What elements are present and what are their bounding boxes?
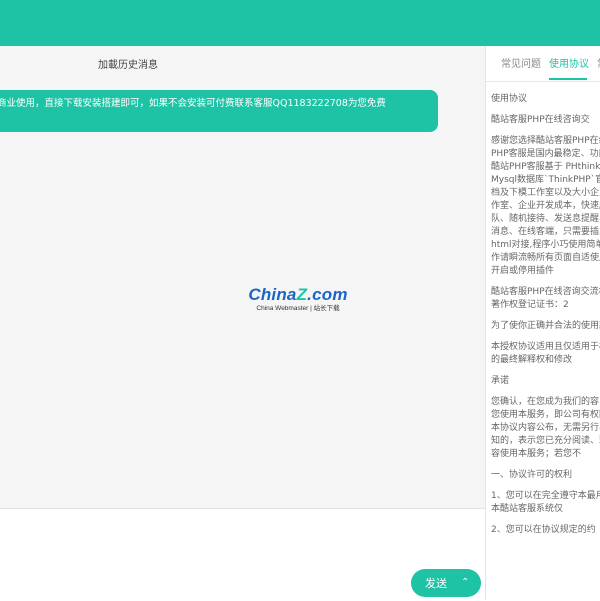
side-tabs: 常见问题 使用协议 常 [486, 46, 600, 82]
message-text: 可以商业使用，直接下载安装搭建即可，如果不会安装可付费联系客服QQ1183222… [0, 98, 386, 109]
send-button[interactable]: 发送 ⌃ [411, 569, 481, 597]
agreement-paragraph: 为了使你正确并合法的使用款: [491, 321, 600, 331]
agreement-paragraph: 1、您可以在完全遵守本最用途，本酷站客服系统仅 [491, 491, 600, 514]
active-tab-indicator [549, 78, 587, 80]
agreement-paragraph: 感谢您选择酷站客服PHP在线咨询PHP客服是国内最稳定、功能一、酷站PHP客服基… [491, 136, 600, 276]
chinaz-watermark-logo: ChinaZ.com China Webmaster | 站长下载 [243, 286, 353, 313]
top-header-bar [0, 0, 600, 46]
watermark-subtitle: China Webmaster | 站长下载 [256, 305, 340, 312]
agreement-paragraph: 本授权协议适用且仅适用于权协议的最终解释权和修改 [491, 342, 600, 365]
agreement-paragraph: 您确认，在您成为我们的容，一旦您使用本服务，即公司有权随时对本协议内容公布，无需… [491, 397, 600, 459]
tab-user-agreement[interactable]: 使用协议 [549, 55, 589, 70]
tab-faq[interactable]: 常见问题 [501, 55, 541, 70]
agreement-paragraph: 酷站客服PHP在线咨询交 [491, 115, 590, 125]
chevron-up-icon[interactable]: ⌃ [461, 577, 469, 588]
send-button-label: 发送 [425, 577, 447, 590]
agreement-content: 使用协议 酷站客服PHP在线咨询交 感谢您选择酷站客服PHP在线咨询PHP客服是… [491, 93, 600, 545]
watermark-logo-text: ChinaZ.com [248, 285, 348, 304]
message-bubble: 可以商业使用，直接下载安装搭建即可，如果不会安装可付费联系客服QQ1183222… [0, 90, 438, 132]
agreement-paragraph: 承诺 [491, 376, 510, 386]
agreement-paragraph: 使用协议 [491, 94, 528, 104]
load-history-link[interactable]: 加載历史消息 [0, 56, 256, 71]
agreement-paragraph: 一、协议许可的权利 [491, 470, 573, 480]
agreement-paragraph: 2、您可以在协议规定的约 [491, 525, 596, 535]
agreement-paragraph: 酷站客服PHP在线咨询交流机软件著作权登记证书：2 [491, 287, 600, 310]
side-panel: 常见问题 使用协议 常 使用协议 酷站客服PHP在线咨询交 感谢您选择酷站客服P… [486, 46, 600, 600]
